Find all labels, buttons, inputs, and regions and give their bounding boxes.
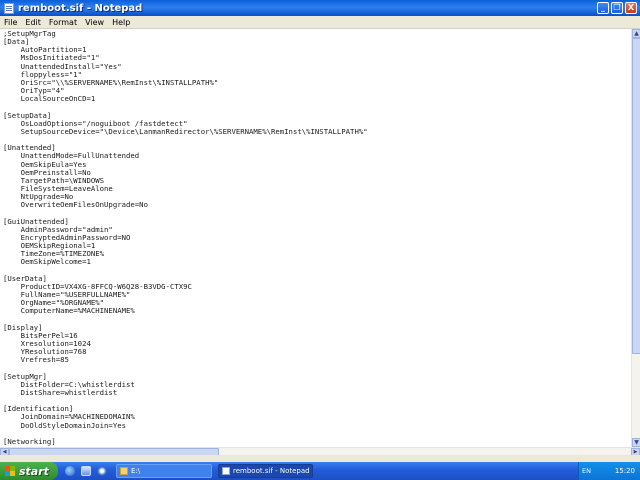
window-titlebar[interactable]: remboot.sif - Notepad _ ❐ X [0,0,640,16]
menu-bar: File Edit Format View Help [0,16,640,29]
scroll-down-arrow-icon[interactable]: ▼ [632,438,640,447]
window-bottom-border [0,455,640,462]
minimize-button[interactable]: _ [597,2,609,14]
internet-explorer-icon[interactable] [65,466,75,476]
menu-file[interactable]: File [0,18,21,27]
menu-edit[interactable]: Edit [21,18,45,27]
window-title: remboot.sif - Notepad [18,2,143,14]
menu-view[interactable]: View [81,18,108,27]
start-label: start [19,464,49,478]
menu-help[interactable]: Help [108,18,134,27]
notepad-icon [222,467,230,475]
vertical-scrollbar[interactable]: ▲ ▼ [631,29,640,447]
vertical-scroll-thumb[interactable] [632,38,640,354]
taskbar-item-label: E:\ [131,467,141,475]
quick-launch [62,466,110,476]
restore-button[interactable]: ❐ [611,2,623,14]
clock[interactable]: 15:20 [615,467,635,475]
language-indicator[interactable]: EN [582,467,591,475]
notepad-app-icon[interactable] [4,2,14,14]
taskbar: start E:\ remboot.sif - Notepad EN 15:20 [0,462,640,480]
close-button[interactable]: X [625,2,637,14]
taskbar-item-notepad[interactable]: remboot.sif - Notepad [218,464,313,478]
document-text[interactable]: ;SetupMgrTag [Data] AutoPartition=1 MsDo… [0,29,631,446]
system-tray: EN 15:20 [578,462,640,480]
start-button[interactable]: start [0,462,58,480]
menu-format[interactable]: Format [45,18,81,27]
windows-logo-icon [5,466,15,476]
taskbar-item-label: remboot.sif - Notepad [233,467,310,475]
media-player-icon[interactable] [97,466,107,476]
show-desktop-icon[interactable] [81,466,91,476]
text-editor-area[interactable]: ;SetupMgrTag [Data] AutoPartition=1 MsDo… [0,29,631,447]
scroll-up-arrow-icon[interactable]: ▲ [632,29,640,38]
taskbar-item-drive[interactable]: E:\ [116,464,212,478]
folder-icon [120,467,128,475]
horizontal-scrollbar[interactable]: ◀ ▶ [0,447,640,456]
